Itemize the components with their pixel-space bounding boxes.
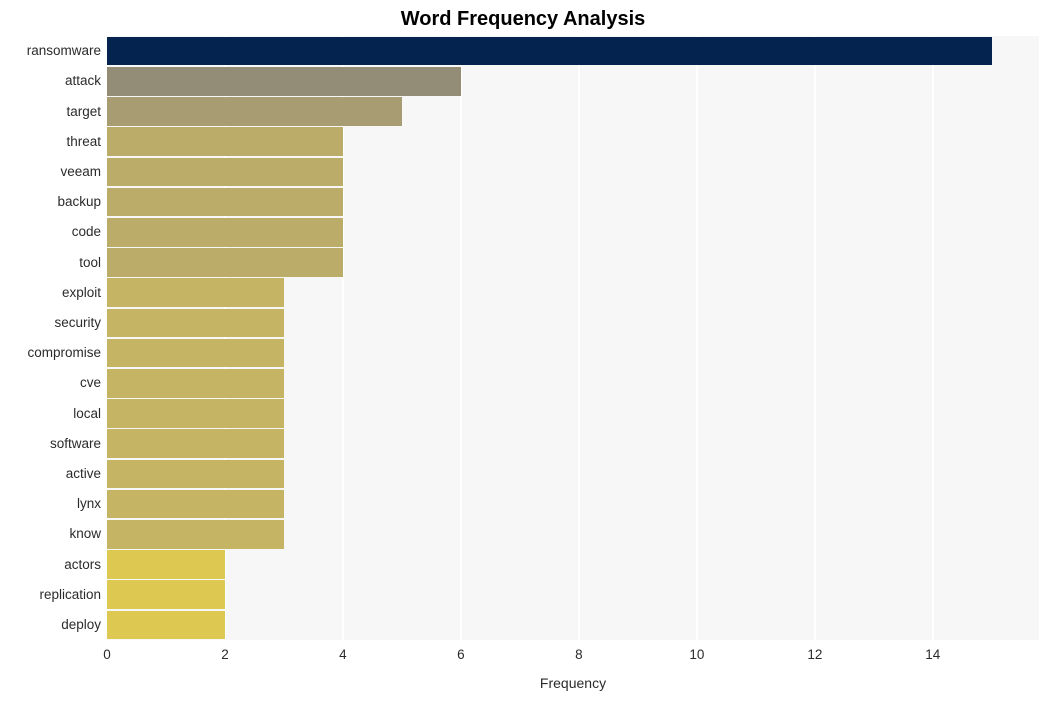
y-axis-labels: ransomware attack target threat veeam backup c… <box>0 36 101 640</box>
bar-row <box>107 308 1039 338</box>
bar-row <box>107 67 1039 96</box>
y-tick-label-code: code <box>71 224 101 240</box>
y-tick-label-backup: backup <box>57 194 101 210</box>
x-tick-label-2: 2 <box>221 647 229 662</box>
y-tick-label-veeam: veeam <box>60 163 101 179</box>
y-tick-label-compromise: compromise <box>27 345 101 361</box>
bar-row <box>107 338 1039 368</box>
plot-area <box>107 36 1039 640</box>
x-tick-label-14: 14 <box>925 647 941 662</box>
y-tick-label-ransomware: ransomware <box>26 43 101 59</box>
bar-row <box>107 459 1039 489</box>
bar-local[interactable] <box>107 399 284 428</box>
x-axis-ticks: 0 2 4 6 8 10 12 14 <box>0 646 1046 668</box>
bar-row <box>107 580 1039 609</box>
bar-active[interactable] <box>107 459 284 489</box>
y-tick-label-lynx: lynx <box>76 496 101 512</box>
bar-replication[interactable] <box>107 580 225 609</box>
bar-deploy[interactable] <box>107 610 225 640</box>
bar-row <box>107 278 1039 307</box>
bar-row <box>107 429 1039 458</box>
bar-software[interactable] <box>107 429 284 458</box>
bar-threat[interactable] <box>107 127 343 156</box>
bar-row <box>107 520 1039 549</box>
bar-exploit[interactable] <box>107 278 284 307</box>
bar-row <box>107 248 1039 277</box>
x-tick-label-0: 0 <box>103 647 111 662</box>
bar-ransomware[interactable] <box>107 36 992 66</box>
y-tick-label-replication: replication <box>39 586 101 602</box>
y-tick-label-actors: actors <box>64 556 101 572</box>
y-tick-label-threat: threat <box>66 133 101 149</box>
bar-backup[interactable] <box>107 187 343 217</box>
word-frequency-chart: Word Frequency Analysis ransomware attack… <box>0 0 1046 701</box>
y-tick-label-active: active <box>65 465 101 481</box>
x-tick-label-6: 6 <box>457 647 465 662</box>
bar-row <box>107 369 1039 398</box>
chart-title: Word Frequency Analysis <box>400 8 646 30</box>
bar-target[interactable] <box>107 97 402 126</box>
bar-code[interactable] <box>107 218 343 247</box>
x-tick-label-8: 8 <box>575 647 583 662</box>
bar-row <box>107 157 1039 187</box>
x-tick-label-4: 4 <box>339 647 347 662</box>
bar-attack[interactable] <box>107 67 461 96</box>
y-tick-label-deploy: deploy <box>61 616 101 632</box>
bar-tool[interactable] <box>107 248 343 277</box>
bar-know[interactable] <box>107 520 284 549</box>
bar-compromise[interactable] <box>107 338 284 368</box>
bar-row <box>107 97 1039 126</box>
bars-layer <box>107 36 1039 640</box>
bar-row <box>107 489 1039 519</box>
bar-row <box>107 218 1039 247</box>
x-axis-title: Frequency <box>539 675 607 691</box>
y-tick-label-cve: cve <box>79 375 101 391</box>
bar-row <box>107 36 1039 66</box>
y-tick-label-attack: attack <box>64 73 101 89</box>
y-tick-label-tool: tool <box>79 254 101 270</box>
bar-veeam[interactable] <box>107 157 343 187</box>
bar-row <box>107 610 1039 640</box>
bar-row <box>107 187 1039 217</box>
x-tick-label-12: 12 <box>807 647 823 662</box>
y-tick-label-security: security <box>54 314 101 330</box>
y-tick-label-target: target <box>66 103 101 119</box>
y-tick-label-exploit: exploit <box>61 284 101 300</box>
y-tick-label-local: local <box>73 405 101 421</box>
bar-security[interactable] <box>107 308 284 338</box>
bar-actors[interactable] <box>107 550 225 579</box>
bar-lynx[interactable] <box>107 489 284 519</box>
y-tick-label-software: software <box>49 435 101 451</box>
bar-row <box>107 550 1039 579</box>
x-tick-label-10: 10 <box>689 647 705 662</box>
bar-row <box>107 399 1039 428</box>
bar-row <box>107 127 1039 156</box>
y-tick-label-know: know <box>69 526 101 542</box>
bar-cve[interactable] <box>107 369 284 398</box>
